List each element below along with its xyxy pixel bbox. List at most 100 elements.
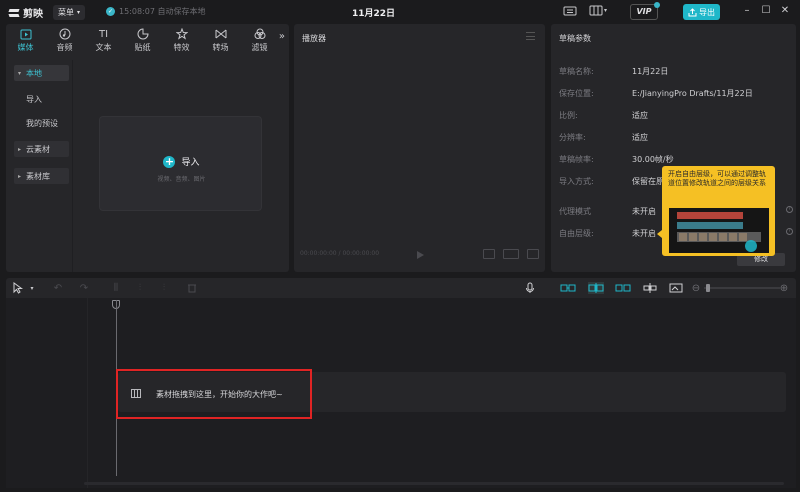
app-logo-text: 剪映	[23, 9, 43, 20]
tooltip-preview-image	[669, 208, 769, 253]
timeline-scrollbar[interactable]	[84, 482, 784, 485]
minimize-icon[interactable]: –	[741, 5, 753, 17]
linkage-icon[interactable]	[615, 282, 631, 294]
property-value: E:/JianyingPro Drafts/11月22日	[632, 89, 753, 98]
property-row: 保存位置: E:/JianyingPro Drafts/11月22日	[559, 88, 789, 100]
chevron-down-icon: ▾	[77, 9, 81, 16]
split-icon[interactable]: ⫼	[110, 282, 122, 294]
caret-right-icon: ▸	[18, 172, 22, 180]
sidebar-item-local[interactable]: ▾ 本地	[14, 65, 69, 81]
maximize-icon[interactable]: ☐	[760, 5, 772, 17]
delete-icon[interactable]	[186, 282, 198, 294]
sidebar-item-label: 云素材	[26, 144, 50, 154]
crop-icon[interactable]	[483, 249, 495, 259]
select-cursor-icon[interactable]	[12, 282, 24, 294]
timecode: 00:00:00:00 / 00:00:00:00	[300, 250, 380, 257]
zoom-slider-handle[interactable]	[706, 284, 710, 292]
autosave-text: 15:08:07 自动保存本地	[119, 7, 206, 16]
media-tabs: 媒体 音频 TI 文本 贴纸 特效 转场 滤镜	[6, 28, 289, 56]
tab-effects[interactable]: 特效	[162, 28, 201, 56]
property-row: 草稿帧率: 30.00帧/秒	[559, 154, 789, 166]
tab-filter[interactable]: 滤镜	[240, 28, 279, 56]
ratio-icon[interactable]	[503, 249, 519, 259]
media-panel: 媒体 音频 TI 文本 贴纸 特效 转场 滤镜 » ▾ 本地 导入 我的预设 ▸…	[6, 24, 289, 272]
annotation-highlight-box	[116, 369, 312, 419]
property-row: 分辨率: 适应	[559, 132, 789, 144]
tab-text[interactable]: TI 文本	[84, 28, 123, 56]
app-logo: 剪映	[8, 5, 43, 20]
sidebar-item-import[interactable]: 导入	[14, 91, 69, 107]
sidebar-item-label: 素材库	[26, 171, 50, 181]
chevron-down-icon[interactable]: ▾	[26, 282, 38, 294]
import-hint: 视频、音频、图片	[157, 176, 206, 183]
sidebar-item-label: 导入	[26, 94, 42, 104]
screenshot-icon[interactable]	[669, 282, 683, 294]
property-label: 草稿帧率:	[559, 155, 594, 164]
sidebar-item-library[interactable]: ▸ 素材库	[14, 168, 69, 184]
title-bar: 剪映 菜单 ▾ ✓ 15:08:07 自动保存本地 11月22日 ▾ VIP 导…	[0, 0, 800, 24]
property-value: 11月22日	[632, 67, 669, 76]
help-icon[interactable]: ?	[786, 206, 793, 213]
property-row: 草稿名称: 11月22日	[559, 66, 789, 78]
layout-icon[interactable]	[589, 5, 603, 17]
transition-icon	[215, 28, 227, 40]
capcut-logo-icon	[8, 7, 20, 19]
preview-axis-icon[interactable]	[642, 282, 658, 294]
media-icon	[20, 28, 32, 40]
split-left-icon[interactable]: ⫶	[134, 282, 146, 294]
free-layer-tooltip: 开启自由层级，可以通过调整轨道位置修改轨道之间的层级关系	[657, 166, 775, 256]
menu-button[interactable]: 菜单 ▾	[53, 5, 86, 20]
tab-sticker[interactable]: 贴纸	[123, 28, 162, 56]
tab-label: 特效	[173, 43, 190, 52]
tab-label: 贴纸	[134, 43, 151, 52]
tooltip-text: 开启自由层级，可以通过调整轨道位置修改轨道之间的层级关系	[668, 170, 766, 187]
property-value: 未开启	[632, 229, 656, 238]
plus-icon: +	[163, 154, 176, 168]
import-button[interactable]: + 导入	[100, 155, 263, 168]
vip-button[interactable]: VIP	[630, 2, 660, 20]
caret-down-icon: ▾	[18, 69, 22, 77]
sidebar-item-cloud[interactable]: ▸ 云素材	[14, 141, 69, 157]
tab-audio[interactable]: 音频	[45, 28, 84, 56]
layout-dropdown-icon[interactable]: ▾	[604, 7, 607, 14]
media-sidebar: ▾ 本地 导入 我的预设 ▸ 云素材 ▸ 素材库	[6, 60, 73, 272]
player-title: 播放器	[302, 34, 326, 43]
menu-icon[interactable]	[526, 32, 535, 40]
property-value: 未开启	[632, 207, 656, 216]
sidebar-item-my-presets[interactable]: 我的预设	[14, 115, 69, 131]
tab-label: 媒体	[17, 43, 34, 52]
track-headers	[6, 298, 88, 488]
undo-icon[interactable]: ↶	[52, 282, 64, 294]
sticker-icon	[137, 28, 149, 40]
property-value: 适应	[632, 133, 648, 142]
sidebar-item-label: 我的预设	[26, 118, 58, 128]
zoom-slider[interactable]	[704, 287, 780, 289]
notification-dot-icon	[654, 2, 660, 8]
audio-icon	[59, 28, 71, 40]
property-label: 分辨率:	[559, 133, 586, 142]
tab-media[interactable]: 媒体	[6, 28, 45, 56]
auto-snap-icon[interactable]	[588, 282, 604, 294]
main-track-magnet-icon[interactable]	[560, 282, 576, 294]
export-button[interactable]: 导出	[683, 4, 720, 20]
property-label: 导入方式:	[559, 177, 594, 186]
filter-icon	[254, 28, 266, 40]
import-area[interactable]: + 导入 视频、音频、图片	[99, 116, 262, 211]
tab-label: 音频	[56, 43, 73, 52]
text-icon: TI	[98, 28, 109, 40]
zoom-in-icon[interactable]: ⊕	[778, 282, 790, 294]
tab-transition[interactable]: 转场	[201, 28, 240, 56]
property-label: 草稿名称:	[559, 67, 594, 76]
fullscreen-icon[interactable]	[527, 249, 539, 259]
help-icon[interactable]: ?	[786, 228, 793, 235]
play-icon[interactable]	[417, 251, 424, 259]
microphone-icon[interactable]	[524, 282, 536, 294]
keyboard-shortcut-icon[interactable]	[563, 5, 577, 17]
redo-icon[interactable]: ↷	[78, 282, 90, 294]
more-tabs-icon[interactable]: »	[279, 31, 285, 42]
import-label: 导入	[181, 158, 200, 168]
close-icon[interactable]: ✕	[779, 5, 791, 17]
split-right-icon[interactable]: ⫶	[158, 282, 170, 294]
tooltip-arrow	[657, 230, 662, 238]
zoom-out-icon[interactable]: ⊖	[690, 282, 702, 294]
